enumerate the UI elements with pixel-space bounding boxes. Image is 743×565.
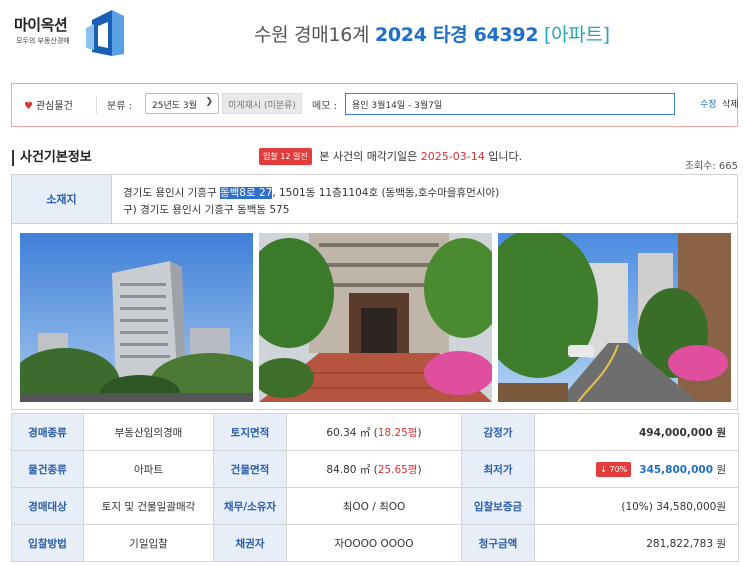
delete-memo-button[interactable]: 삭제 [722, 97, 739, 110]
creditor-value: 자OOOO OOOO [286, 524, 462, 562]
page-title: 수원 경매16계 2024 타경 64392 [아파트] [254, 20, 610, 47]
land-area-label: 토지면적 [213, 413, 287, 451]
favorite-toolbar: ♥관심물건 분류 : 25년도 3월 ❯ 미게재시 (미분류) 메모 : 수정 … [11, 83, 739, 127]
building-area-pyeong: 25.65평 [377, 463, 418, 476]
logo-tagline: 모두의 부동산경매 [16, 37, 70, 45]
favorite-label: 관심물건 [35, 101, 73, 112]
case-number: 2024 타경 64392 [374, 24, 539, 46]
deposit-value: (10%) 34,580,000원 [534, 487, 739, 525]
photo-2-image [259, 233, 492, 402]
memo-input[interactable] [345, 93, 675, 115]
memo-label: 메모 : [312, 101, 337, 112]
table-row: 입찰방법 기일입찰 채권자 자OOOO OOOO 청구금액 281,822,78… [11, 524, 739, 562]
bid-method-value: 기일입찰 [83, 524, 214, 562]
logo-name: 마이옥션 [14, 16, 68, 34]
bid-method-label: 입찰방법 [11, 524, 84, 562]
property-type: [아파트] [544, 24, 610, 46]
sale-date: 2025-03-14 [420, 150, 485, 163]
photo-access-road[interactable] [498, 233, 731, 402]
building-area-sqm: 84.80 ㎡ ( [326, 463, 378, 476]
case-info-table: 경매종류 부동산임의경매 토지면적 60.34 ㎡ (18.25평) 감정가 4… [11, 413, 739, 562]
location-label: 소재지 [12, 175, 112, 223]
category-label: 분류 : [107, 101, 132, 112]
photo-apartment-exterior[interactable] [20, 233, 253, 402]
view-count: 조회수: 665 [684, 161, 738, 172]
deposit-label: 입찰보증금 [461, 487, 535, 525]
table-row: 물건종류 아파트 건물면적 84.80 ㎡ (25.65평) 최저가 ↓ 70%… [11, 450, 739, 488]
divider [96, 96, 97, 114]
old-address: 구) 경기도 용인시 기흥구 동백동 575 [123, 204, 290, 216]
auction-type-value: 부동산임의경매 [83, 413, 214, 451]
land-area-value: 60.34 ㎡ (18.25평) [286, 413, 462, 451]
chevron-down-icon: ❯ [205, 97, 213, 107]
address-suffix: , 1501동 11층1104호 (동백동,호수마을휴먼시아) [272, 187, 500, 199]
logo-mark-icon [86, 10, 124, 56]
photo-3-image [498, 233, 731, 402]
min-price-amount: 345,800,000 [639, 463, 713, 476]
category-select[interactable]: 25년도 3월 ❯ [145, 93, 219, 114]
owner-value: 최OO / 최OO [286, 487, 462, 525]
creditor-label: 채권자 [213, 524, 287, 562]
address-prefix: 경기도 용인시 기흥구 [123, 187, 217, 199]
days-left-badge: 입찰 12 일전 [259, 148, 312, 165]
court-name: 수원 경매16계 [254, 24, 370, 46]
building-area-label: 건물면적 [213, 450, 287, 488]
building-area-close: ) [417, 463, 422, 476]
item-type-value: 아파트 [83, 450, 214, 488]
appraisal-label: 감정가 [461, 413, 535, 451]
location-row: 소재지 경기도 용인시 기흥구 동백8로 27, 1501동 11층1104호 … [11, 174, 738, 224]
item-type-label: 물건종류 [11, 450, 84, 488]
discount-rate-badge: ↓ 70% [596, 461, 632, 477]
photo-1-image [20, 233, 253, 402]
auction-type-label: 경매종류 [11, 413, 84, 451]
photo-gallery [11, 224, 738, 410]
appraisal-amount: 494,000,000 원 [638, 426, 726, 439]
road-name-highlight[interactable]: 동백8로 27 [219, 187, 273, 199]
target-label: 경매대상 [11, 487, 84, 525]
notice-prefix: 본 사건의 매각기일은 [319, 150, 418, 163]
table-row: 경매종류 부동산임의경매 토지면적 60.34 ㎡ (18.25평) 감정가 4… [11, 413, 739, 451]
land-area-close: ) [417, 426, 422, 439]
owner-label: 채무/소유자 [213, 487, 287, 525]
section-title: 사건기본정보 [12, 150, 92, 166]
site-logo[interactable]: 마이옥션 모두의 부동산경매 [14, 6, 124, 56]
land-area-pyeong: 18.25평 [377, 426, 418, 439]
building-area-value: 84.80 ㎡ (25.65평) [286, 450, 462, 488]
heart-icon: ♥ [24, 101, 33, 112]
target-value: 토지 및 건물일괄매각 [83, 487, 214, 525]
land-area-sqm: 60.34 ㎡ ( [326, 426, 378, 439]
claim-label: 청구금액 [461, 524, 535, 562]
sale-date-notice: 입찰 12 일전 본 사건의 매각기일은 2025-03-14 입니다. [259, 148, 522, 165]
min-price-label: 최저가 [461, 450, 535, 488]
photo-building-entrance[interactable] [259, 233, 492, 402]
road-address: 경기도 용인시 기흥구 동백8로 27, 1501동 11층1104호 (동백동… [123, 185, 499, 200]
appraisal-value: 494,000,000 원 [534, 413, 739, 451]
edit-memo-button[interactable]: 수정 [700, 97, 717, 110]
uncategorized-button[interactable]: 미게재시 (미분류) [222, 93, 302, 114]
min-price-unit: 원 [713, 463, 726, 476]
favorite-toggle[interactable]: ♥ 관심물건 [24, 97, 73, 112]
category-selected-value: 25년도 3월 [152, 101, 197, 111]
table-row: 경매대상 토지 및 건물일괄매각 채무/소유자 최OO / 최OO 입찰보증금 … [11, 487, 739, 525]
notice-suffix: 입니다. [488, 150, 523, 163]
claim-value: 281,822,783 원 [534, 524, 739, 562]
min-price-value: ↓ 70% 345,800,000 원 [534, 450, 739, 488]
